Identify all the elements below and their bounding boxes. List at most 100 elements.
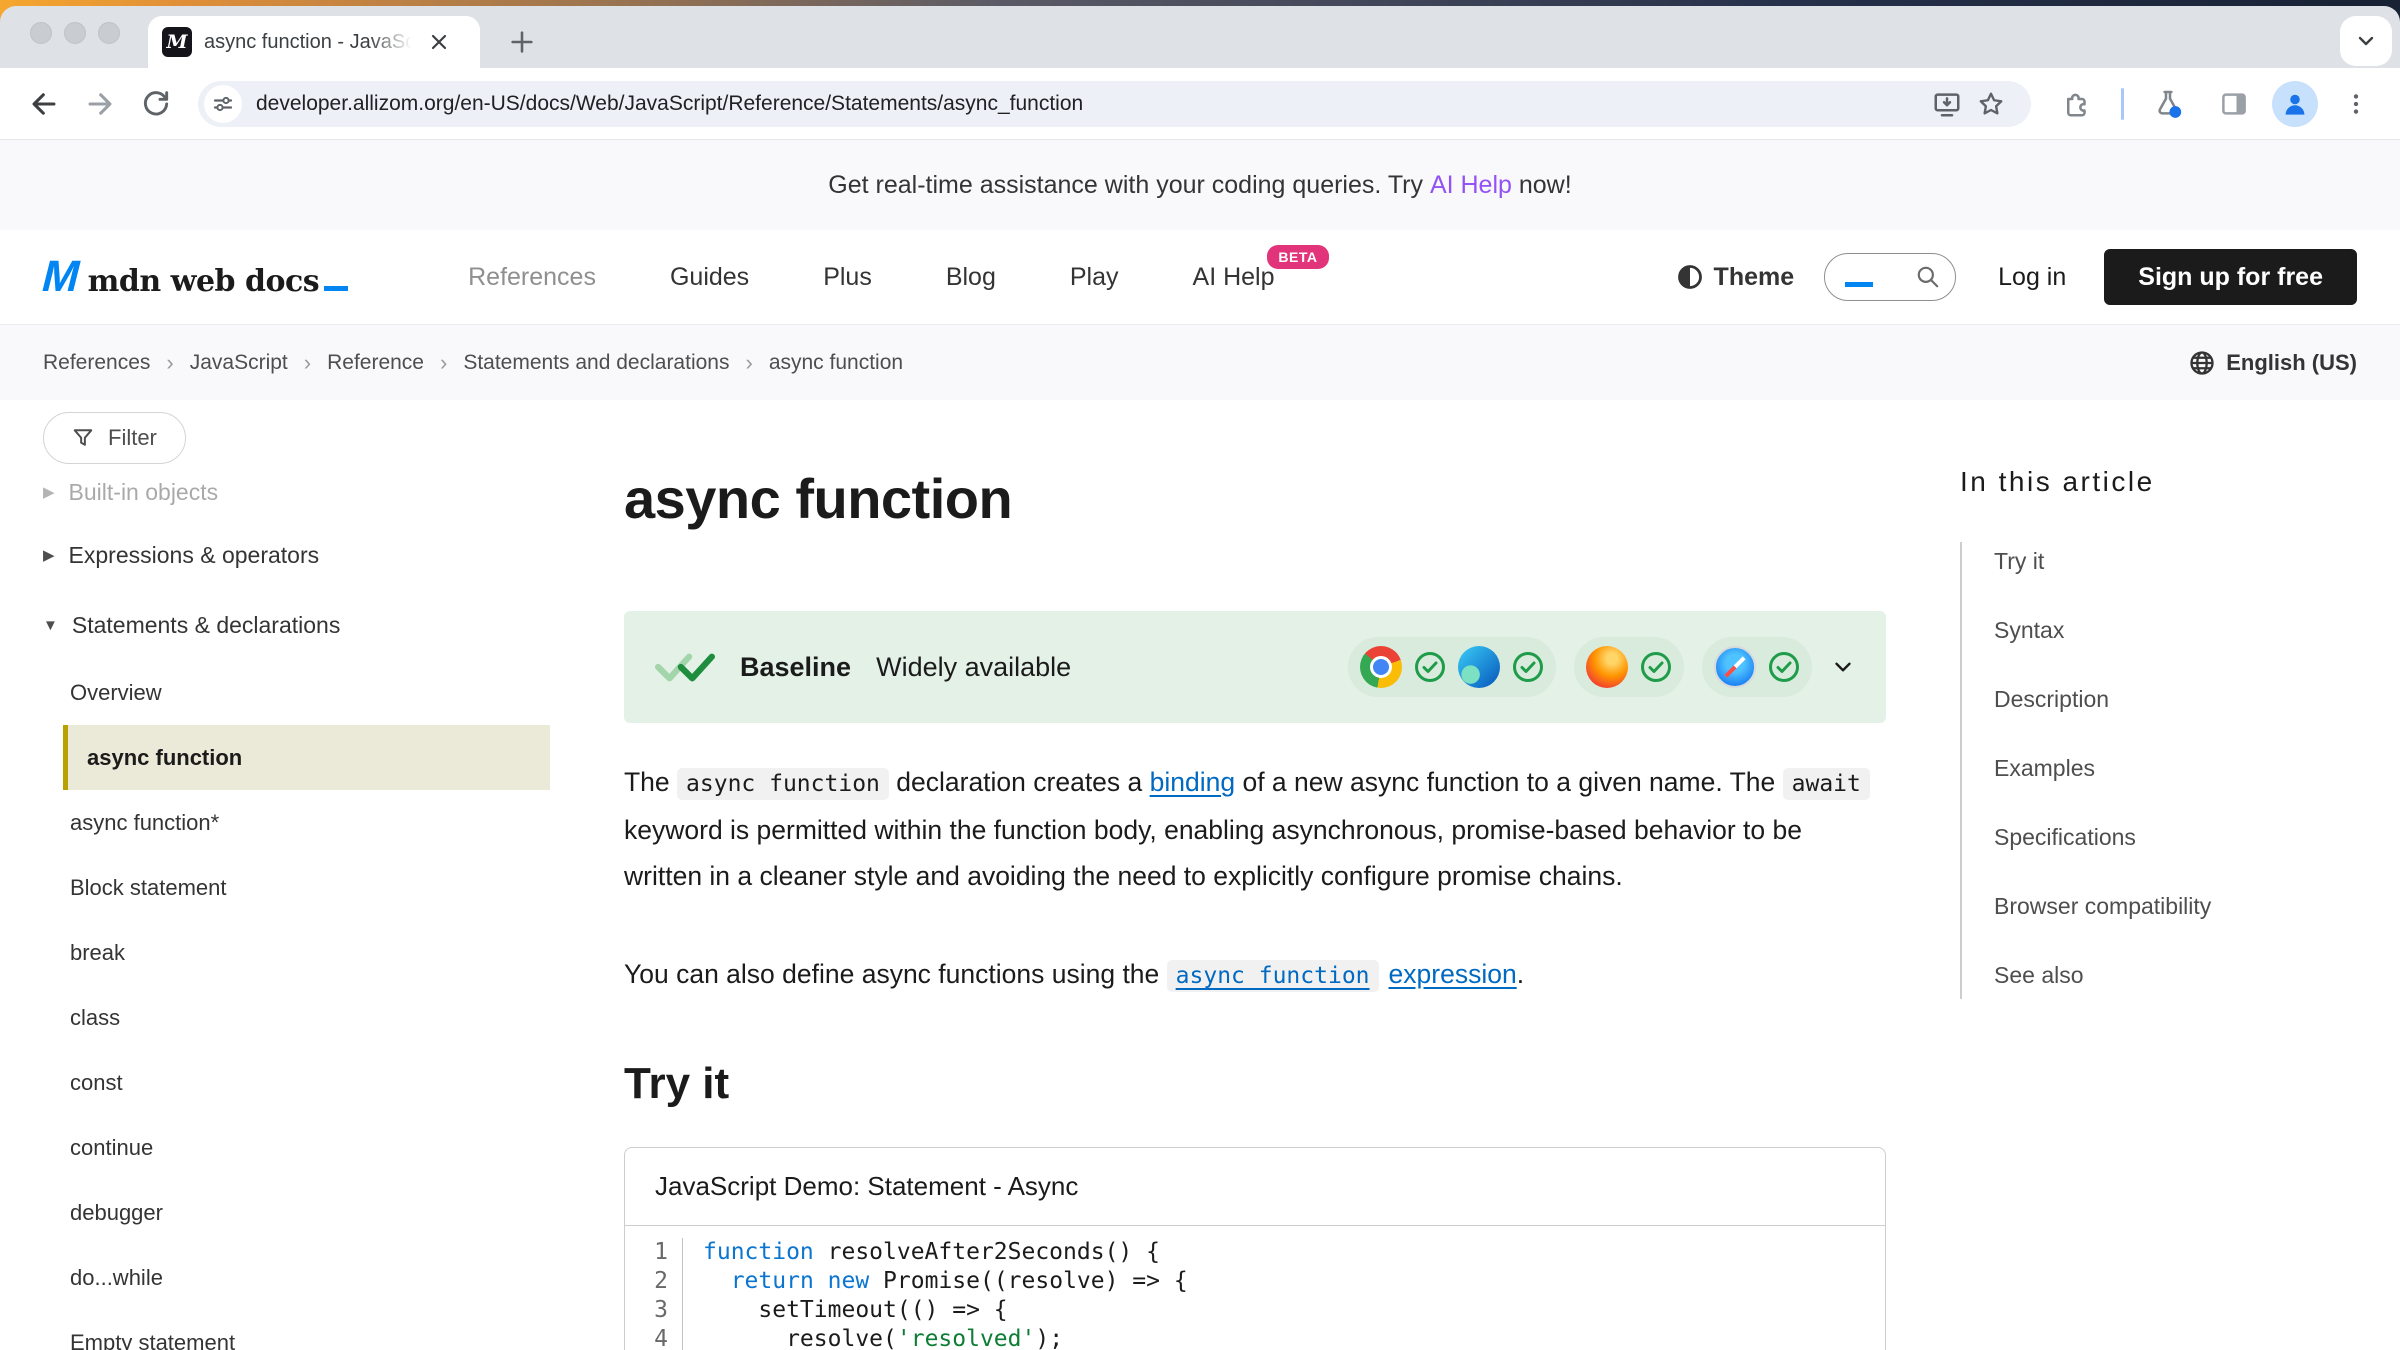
breadcrumb-reference[interactable]: Reference — [327, 351, 424, 375]
window-minimize-button[interactable] — [64, 22, 86, 44]
ai-help-link[interactable]: AI Help — [1430, 171, 1512, 200]
banner-text-prefix: Get real-time assistance with your codin… — [828, 171, 1430, 200]
nav-blog[interactable]: Blog — [946, 263, 996, 292]
sidebar-item-overview[interactable]: Overview — [43, 660, 550, 725]
sidebar-item-empty-statement[interactable]: Empty statement — [43, 1310, 550, 1350]
nav-guides[interactable]: Guides — [670, 263, 749, 292]
back-button[interactable] — [16, 76, 72, 132]
breadcrumb-separator: › — [288, 350, 327, 376]
nav-play[interactable]: Play — [1070, 263, 1119, 292]
browser-window: M async function - JavaScript | — [0, 6, 2400, 1350]
browser-tab[interactable]: M async function - JavaScript | — [148, 16, 480, 68]
mdn-logo-underscore — [324, 286, 348, 291]
reload-button[interactable] — [128, 76, 184, 132]
mdn-logo[interactable]: M mdn web docs — [43, 252, 348, 302]
sidebar-item-async-function-star[interactable]: async function* — [43, 790, 550, 855]
code-line[interactable]: 3 setTimeout(() => { — [625, 1296, 1885, 1325]
sidebar-tree: ▶ Built-in objects ▶ Expressions & opera… — [43, 464, 550, 1350]
search-input[interactable] — [1824, 253, 1956, 301]
async-function-expression-code-link[interactable]: async function — [1167, 959, 1379, 989]
theme-button[interactable]: Theme — [1676, 263, 1795, 292]
browser-toolbar: developer.allizom.org/en-US/docs/Web/Jav… — [0, 68, 2400, 140]
language-selector[interactable]: English (US) — [2188, 349, 2357, 377]
sidebar-item-debugger[interactable]: debugger — [43, 1180, 550, 1245]
browser-menu-icon[interactable] — [2328, 76, 2384, 132]
text: You can also define async functions usin… — [624, 959, 1167, 989]
mdn-favicon: M — [162, 27, 192, 57]
toc-item-description[interactable]: Description — [1994, 686, 2360, 713]
breadcrumb: References › JavaScript › Reference › St… — [0, 324, 2400, 400]
toc-heading: In this article — [1960, 466, 2360, 498]
chevron-down-icon: ▼ — [43, 617, 58, 634]
firefox-icon — [1586, 646, 1628, 688]
experiments-flask-icon[interactable] — [2140, 76, 2196, 132]
sidebar-group-expressions-operators[interactable]: ▶ Expressions & operators — [43, 520, 550, 590]
address-bar[interactable]: developer.allizom.org/en-US/docs/Web/Jav… — [198, 81, 2031, 127]
login-link[interactable]: Log in — [1998, 263, 2066, 292]
sidebar-group-built-in-objects[interactable]: ▶ Built-in objects — [43, 464, 550, 520]
text: The — [624, 767, 677, 797]
tab-close-icon[interactable] — [422, 25, 456, 59]
chevron-right-icon: ▶ — [43, 546, 55, 564]
install-app-icon[interactable] — [1925, 82, 1969, 126]
forward-button[interactable] — [72, 76, 128, 132]
url-text[interactable]: developer.allizom.org/en-US/docs/Web/Jav… — [256, 92, 1083, 116]
sidebar-item-continue[interactable]: continue — [43, 1115, 550, 1180]
breadcrumb-statements[interactable]: Statements and declarations — [463, 351, 729, 375]
code-line[interactable]: 1 function resolveAfter2Seconds() { — [625, 1238, 1885, 1267]
bookmark-star-icon[interactable] — [1969, 82, 2013, 126]
sidebar-item-break[interactable]: break — [43, 920, 550, 985]
toc-item-syntax[interactable]: Syntax — [1994, 617, 2360, 644]
breadcrumb-references[interactable]: References — [43, 351, 150, 375]
nav-ai-help[interactable]: AI Help BETA — [1193, 263, 1275, 292]
extensions-icon[interactable] — [2049, 76, 2105, 132]
site-info-icon[interactable] — [204, 85, 242, 123]
demo-title: JavaScript Demo: Statement - Async — [625, 1148, 1885, 1226]
breadcrumb-current-page: async function — [769, 351, 903, 375]
code-async-function-link[interactable]: async function — [1167, 960, 1379, 992]
code-async-function: async function — [677, 768, 889, 800]
code-line[interactable]: 2 return new Promise((resolve) => { — [625, 1267, 1885, 1296]
demo-code-editor[interactable]: 1 function resolveAfter2Seconds() { 2 re… — [625, 1226, 1885, 1350]
second-paragraph: You can also define async functions usin… — [624, 951, 1886, 999]
tab-search-button[interactable] — [2340, 16, 2392, 66]
profile-avatar[interactable] — [2272, 81, 2318, 127]
toc-item-try-it[interactable]: Try it — [1994, 548, 2360, 575]
breadcrumb-javascript[interactable]: JavaScript — [190, 351, 288, 375]
baseline-expand-chevron-icon[interactable] — [1830, 654, 1856, 680]
toolbar-divider — [2121, 88, 2124, 120]
sidebar-item-const[interactable]: const — [43, 1050, 550, 1115]
toc-item-browser-compatibility[interactable]: Browser compatibility — [1994, 893, 2360, 920]
tab-title: async function - JavaScript | — [204, 31, 416, 54]
line-number: 1 — [625, 1238, 683, 1267]
nav-plus[interactable]: Plus — [823, 263, 872, 292]
expression-link[interactable]: expression — [1389, 959, 1517, 989]
sidebar-item-class[interactable]: class — [43, 985, 550, 1050]
sidebar-group-statements-declarations[interactable]: ▼ Statements & declarations — [43, 590, 550, 660]
window-zoom-button[interactable] — [98, 22, 120, 44]
sidebar-filter-button[interactable]: Filter — [43, 412, 186, 464]
toc-item-examples[interactable]: Examples — [1994, 755, 2360, 782]
toc-item-see-also[interactable]: See also — [1994, 962, 2360, 989]
window-close-button[interactable] — [30, 22, 52, 44]
browser-support-chips — [1348, 637, 1812, 697]
side-panel-icon[interactable] — [2206, 76, 2262, 132]
text: keyword is permitted within the function… — [624, 815, 1802, 891]
code-line[interactable]: 4 resolve('resolved'); — [625, 1325, 1885, 1350]
search-icon[interactable] — [1915, 264, 1941, 290]
nav-references[interactable]: References — [468, 263, 596, 292]
toc-list: Try it Syntax Description Examples Speci… — [1960, 542, 2360, 999]
new-tab-button[interactable] — [500, 20, 544, 64]
toc-item-specifications[interactable]: Specifications — [1994, 824, 2360, 851]
text: . — [1517, 959, 1524, 989]
sidebar-item-block-statement[interactable]: Block statement — [43, 855, 550, 920]
filter-label: Filter — [108, 425, 157, 451]
filter-funnel-icon — [72, 427, 94, 449]
signup-button[interactable]: Sign up for free — [2104, 249, 2357, 305]
mdn-logo-text: mdn web docs — [88, 264, 319, 299]
sidebar-item-do-while[interactable]: do...while — [43, 1245, 550, 1310]
ai-help-banner: Get real-time assistance with your codin… — [0, 140, 2400, 230]
sidebar-item-async-function-current[interactable]: async function — [63, 725, 550, 790]
beta-badge: BETA — [1267, 245, 1328, 269]
binding-link[interactable]: binding — [1150, 767, 1235, 797]
